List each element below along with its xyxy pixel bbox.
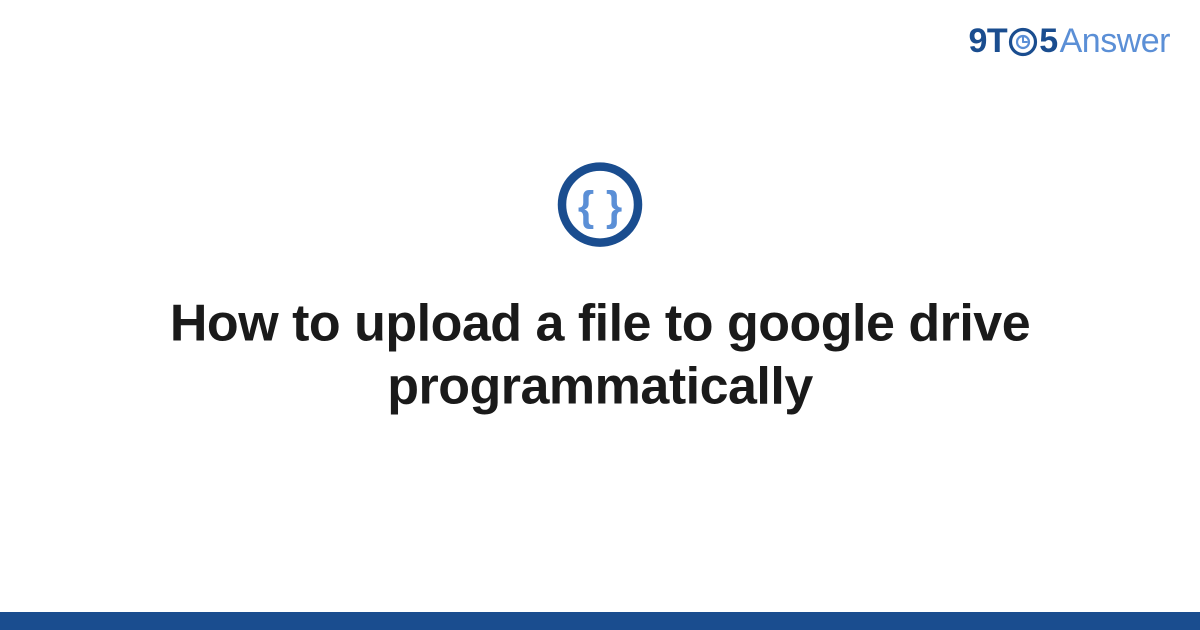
svg-text:{ }: { }: [578, 182, 622, 229]
page-title: How to upload a file to google drive pro…: [60, 292, 1140, 419]
main-content: { } How to upload a file to google drive…: [60, 160, 1140, 419]
logo-text-answer: Answer: [1060, 22, 1170, 61]
site-logo: 9T 5 Answer: [969, 22, 1170, 61]
logo-text-5: 5: [1039, 22, 1057, 61]
logo-text-9t: 9T: [969, 22, 1008, 61]
logo-clock-icon: [1008, 27, 1038, 57]
braces-icon: { }: [556, 160, 644, 248]
bottom-accent-bar: [0, 612, 1200, 630]
